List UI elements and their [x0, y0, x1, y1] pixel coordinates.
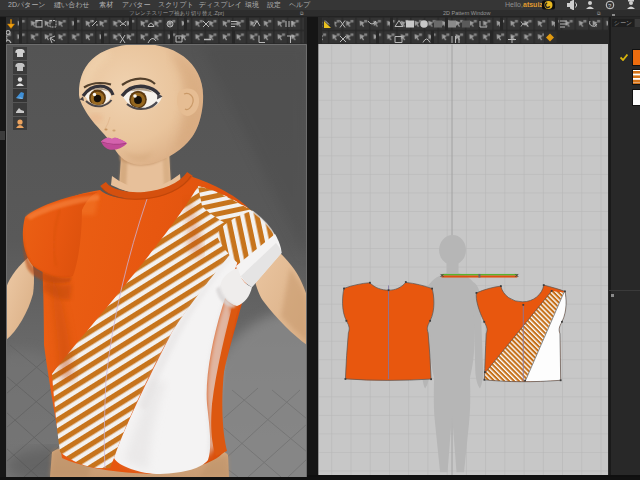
- svg-text:?: ?: [608, 3, 612, 9]
